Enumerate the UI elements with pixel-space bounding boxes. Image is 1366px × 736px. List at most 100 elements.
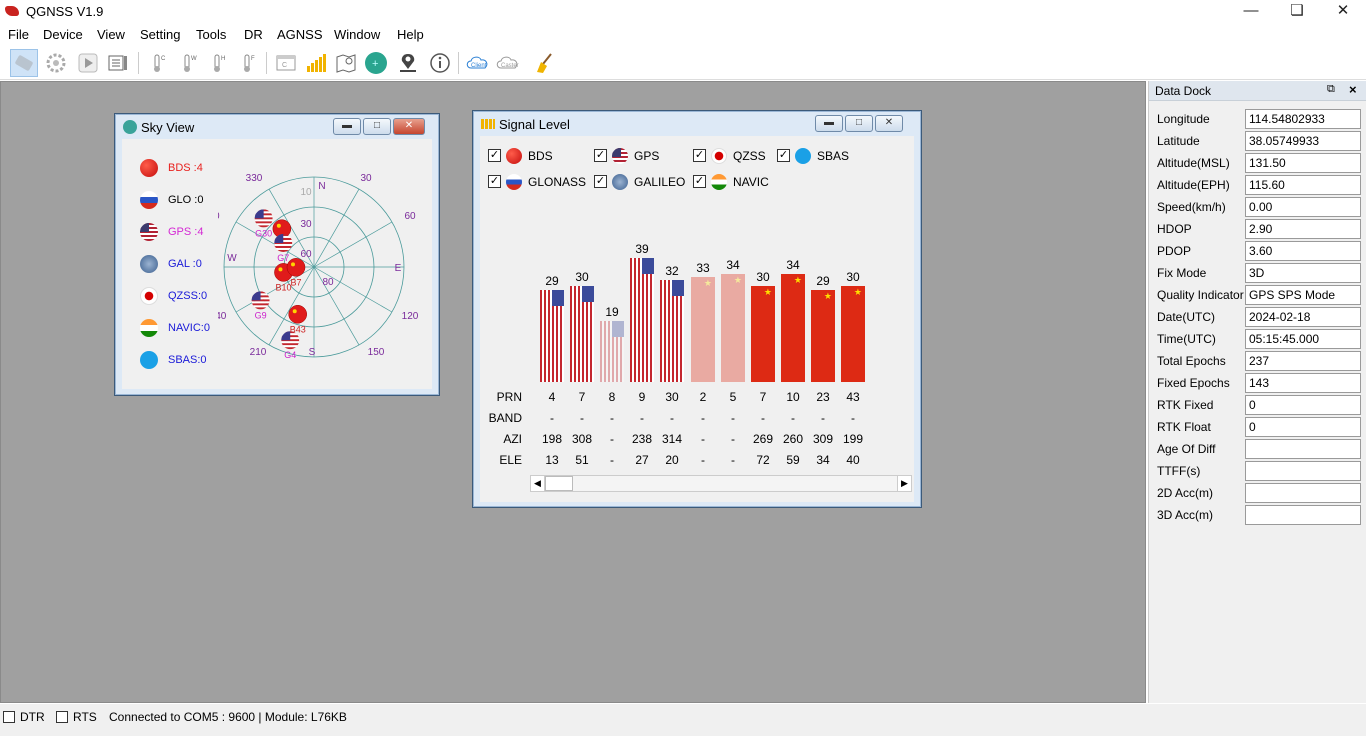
- sky-view-close-button[interactable]: ✕: [393, 118, 425, 135]
- sky-view-icon[interactable]: +: [362, 49, 390, 77]
- dock-field-value[interactable]: 05:15:45.000: [1245, 329, 1361, 349]
- signal-bar[interactable]: ★: [811, 290, 835, 382]
- sky-view-minimize-button[interactable]: ▬: [333, 118, 361, 135]
- dock-field-value[interactable]: 143: [1245, 373, 1361, 393]
- dock-float-icon[interactable]: ⧉: [1327, 83, 1335, 96]
- ntrip-client-icon[interactable]: Client: [464, 49, 492, 77]
- menu-tools[interactable]: Tools: [196, 27, 226, 42]
- galileo-checkbox[interactable]: ✓: [594, 175, 607, 188]
- ntrip-caster-icon[interactable]: Caster: [494, 49, 522, 77]
- dock-field-value[interactable]: GPS SPS Mode: [1245, 285, 1361, 305]
- minimize-button[interactable]: —: [1228, 0, 1274, 24]
- dock-field-label: Speed(km/h): [1157, 200, 1226, 214]
- sbas-filter-label: SBAS: [817, 149, 850, 163]
- rts-label: RTS: [73, 710, 97, 724]
- bds-checkbox[interactable]: ✓: [488, 149, 501, 162]
- glonass-filter-label: GLONASS: [528, 175, 587, 189]
- sbas-checkbox[interactable]: ✓: [777, 149, 790, 162]
- menu-view[interactable]: View: [97, 27, 125, 42]
- signal-bar[interactable]: [570, 286, 594, 382]
- menu-window[interactable]: Window: [334, 27, 380, 42]
- gps-checkbox[interactable]: ✓: [594, 149, 607, 162]
- dock-field-value[interactable]: 0: [1245, 395, 1361, 415]
- signal-bar[interactable]: ★: [751, 286, 775, 382]
- horizontal-scrollbar[interactable]: ◀ ▶: [530, 475, 912, 492]
- satellite-marker[interactable]: [281, 331, 300, 350]
- satellite-marker[interactable]: [254, 209, 273, 228]
- restore-button[interactable]: ❏: [1274, 0, 1320, 24]
- map-icon[interactable]: [332, 49, 360, 77]
- signal-level-minimize-button[interactable]: ▬: [815, 115, 843, 132]
- log-view-icon[interactable]: [104, 49, 132, 77]
- signal-bar[interactable]: ★: [691, 277, 715, 382]
- dock-field-value[interactable]: 0.00: [1245, 197, 1361, 217]
- connect-icon[interactable]: [10, 49, 38, 77]
- thermometer-w-icon[interactable]: W: [174, 49, 202, 77]
- us-canton: [672, 280, 684, 296]
- settings-gear-icon[interactable]: [42, 49, 70, 77]
- dock-field-value[interactable]: 0: [1245, 417, 1361, 437]
- signal-bar[interactable]: [660, 280, 684, 382]
- scroll-left-arrow-icon[interactable]: ◀: [531, 476, 545, 491]
- dock-field-value[interactable]: 3.60: [1245, 241, 1361, 261]
- navic-checkbox[interactable]: ✓: [693, 175, 706, 188]
- signal-bar[interactable]: ★: [781, 274, 805, 382]
- console-window-icon[interactable]: C: [272, 49, 300, 77]
- compass-west: W: [227, 253, 237, 264]
- satellite-marker[interactable]: [288, 305, 307, 324]
- sky-view-title: Sky View: [123, 120, 194, 135]
- signal-bar[interactable]: [540, 290, 564, 382]
- info-icon[interactable]: [426, 49, 454, 77]
- thermometer-h-icon[interactable]: H: [204, 49, 232, 77]
- scroll-thumb[interactable]: [545, 476, 573, 491]
- thermometer-f-icon[interactable]: F: [234, 49, 262, 77]
- dock-field-value[interactable]: [1245, 483, 1361, 503]
- clear-broom-icon[interactable]: [530, 49, 558, 77]
- ga-flag-icon: [140, 255, 158, 273]
- dock-field-value[interactable]: 114.54802933: [1245, 109, 1361, 129]
- dock-field-value[interactable]: [1245, 461, 1361, 481]
- signal-level-maximize-button[interactable]: □: [845, 115, 873, 132]
- menu-dr[interactable]: DR: [244, 27, 263, 42]
- close-button[interactable]: ✕: [1320, 0, 1366, 24]
- dock-field-value[interactable]: 38.05749933: [1245, 131, 1361, 151]
- satellite-marker[interactable]: [274, 233, 293, 252]
- play-icon[interactable]: [74, 49, 102, 77]
- location-pin-icon[interactable]: [394, 49, 422, 77]
- dock-field-value[interactable]: 2024-02-18: [1245, 307, 1361, 327]
- compass-east: E: [395, 263, 402, 274]
- menu-help[interactable]: Help: [397, 27, 424, 42]
- signal-bar[interactable]: [630, 258, 654, 382]
- thermometer-c-icon[interactable]: C: [144, 49, 172, 77]
- dock-field-value[interactable]: [1245, 439, 1361, 459]
- sky-view-window[interactable]: Sky View ▬ □ ✕ BDS :4 GLO :0 GPS :4 GAL :0 Q…: [114, 113, 440, 396]
- signal-bar[interactable]: ★: [721, 274, 745, 382]
- glonass-checkbox[interactable]: ✓: [488, 175, 501, 188]
- dock-field-value[interactable]: 131.50: [1245, 153, 1361, 173]
- qzss-checkbox[interactable]: ✓: [693, 149, 706, 162]
- in-flag-icon: [711, 174, 727, 190]
- scroll-right-arrow-icon[interactable]: ▶: [897, 476, 911, 491]
- signal-bar[interactable]: ★: [841, 286, 865, 382]
- signal-level-window[interactable]: Signal Level ▬ □ ✕ ✓ BDS ✓ GPS ✓ QZSS ✓ SBAS ✓ GL…: [472, 110, 922, 508]
- signal-level-icon[interactable]: [302, 49, 330, 77]
- dock-field-value[interactable]: 3D: [1245, 263, 1361, 283]
- satellite-marker[interactable]: [251, 291, 270, 310]
- signal-level-close-button[interactable]: ✕: [875, 115, 903, 132]
- dock-close-icon[interactable]: ×: [1349, 82, 1357, 97]
- dock-field-value[interactable]: 115.60: [1245, 175, 1361, 195]
- azimuth-label: 00: [218, 211, 220, 222]
- satellite-marker[interactable]: [286, 258, 306, 277]
- dock-field-value[interactable]: 237: [1245, 351, 1361, 371]
- menu-device[interactable]: Device: [43, 27, 83, 42]
- sky-view-maximize-button[interactable]: □: [363, 118, 391, 135]
- dtr-checkbox[interactable]: [3, 711, 15, 723]
- menu-file[interactable]: File: [8, 27, 29, 42]
- menu-setting[interactable]: Setting: [140, 27, 180, 42]
- menu-agnss[interactable]: AGNSS: [277, 27, 323, 42]
- sb-flag-icon: [140, 351, 158, 369]
- dock-field-value[interactable]: 2.90: [1245, 219, 1361, 239]
- rts-checkbox[interactable]: [56, 711, 68, 723]
- signal-bar[interactable]: [600, 321, 624, 382]
- dock-field-value[interactable]: [1245, 505, 1361, 525]
